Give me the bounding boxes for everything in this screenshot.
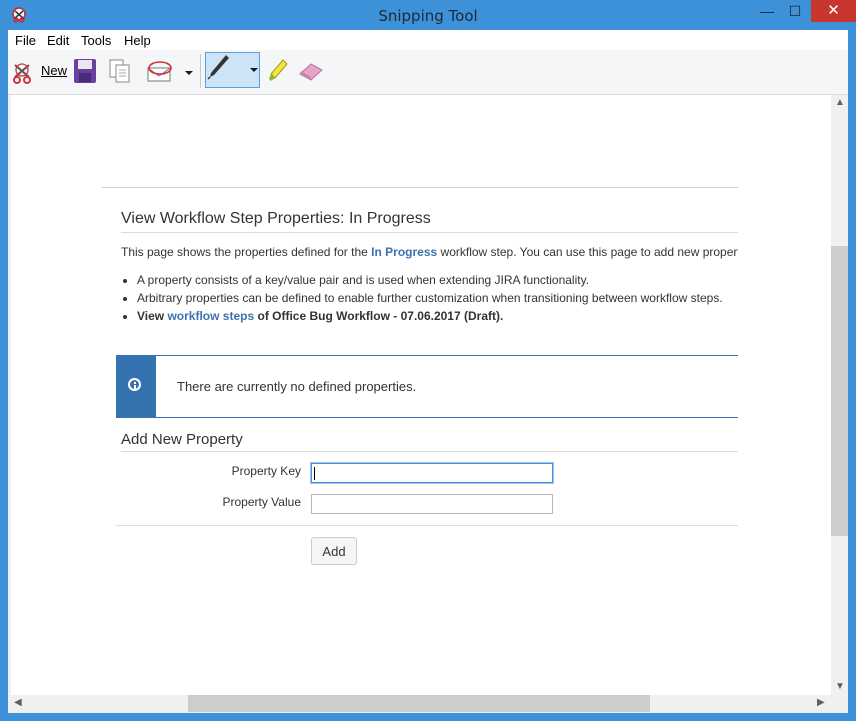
text-caret bbox=[314, 467, 315, 480]
scrollbar-corner bbox=[831, 695, 848, 712]
property-key-label: Property Key bbox=[231, 464, 301, 478]
property-value-input[interactable] bbox=[311, 494, 553, 514]
property-key-input[interactable] bbox=[311, 463, 553, 483]
title-divider bbox=[121, 232, 738, 233]
title-bar[interactable]: Snipping Tool — ☐ ✕ bbox=[0, 0, 856, 30]
save-button[interactable] bbox=[71, 50, 101, 94]
minimize-button[interactable]: — bbox=[753, 0, 781, 22]
scissors-icon bbox=[13, 63, 31, 84]
eraser-icon bbox=[299, 63, 323, 81]
scroll-down-icon[interactable]: ▼ bbox=[835, 681, 845, 692]
list-item: A property consists of a key/value pair … bbox=[121, 273, 738, 291]
property-value-label: Property Value bbox=[222, 495, 302, 509]
new-snip-button[interactable]: New bbox=[10, 50, 68, 94]
list-item: View workflow steps of Office Bug Workfl… bbox=[121, 309, 738, 327]
info-icon bbox=[128, 378, 141, 391]
bullet3-suffix: of Office Bug Workflow - 07.06.2017 (Dra… bbox=[254, 309, 504, 323]
send-snip-button[interactable] bbox=[144, 50, 194, 94]
list-item: Arbitrary properties can be defined to e… bbox=[121, 291, 738, 309]
desc-prefix: This page shows the properties defined f… bbox=[121, 245, 372, 259]
header-divider bbox=[102, 187, 738, 188]
horizontal-scrollbar[interactable]: ◀ ▶ bbox=[11, 695, 831, 712]
window-frame: Snipping Tool — ☐ ✕ File Edit Tools Help… bbox=[0, 0, 856, 721]
workflow-steps-link[interactable]: workflow steps bbox=[167, 309, 254, 323]
maximize-button[interactable]: ☐ bbox=[781, 0, 809, 22]
new-label: New bbox=[41, 63, 68, 78]
scroll-up-icon[interactable]: ▲ bbox=[835, 97, 845, 108]
pen-icon bbox=[207, 55, 229, 80]
vertical-scroll-thumb[interactable] bbox=[831, 246, 848, 536]
copy-button[interactable] bbox=[106, 50, 136, 94]
add-button[interactable]: Add bbox=[311, 537, 357, 565]
add-property-heading: Add New Property bbox=[121, 431, 243, 448]
menu-help[interactable]: Help bbox=[124, 33, 151, 48]
save-icon bbox=[74, 59, 96, 83]
page-description: This page shows the properties defined f… bbox=[121, 245, 738, 259]
info-message-text: There are currently no defined propertie… bbox=[177, 379, 417, 394]
page-title: View Workflow Step Properties: In Progre… bbox=[121, 210, 431, 227]
bullet3-prefix: View bbox=[137, 309, 168, 323]
info-stripe bbox=[116, 356, 156, 417]
vertical-scrollbar[interactable]: ▲ ▼ bbox=[831, 95, 848, 695]
horizontal-scroll-thumb[interactable] bbox=[188, 695, 650, 712]
close-button[interactable]: ✕ bbox=[811, 0, 856, 22]
scroll-right-icon[interactable]: ▶ bbox=[817, 697, 825, 708]
snip-canvas[interactable]: View Workflow Step Properties: In Progre… bbox=[11, 95, 831, 695]
info-list: A property consists of a key/value pair … bbox=[121, 273, 738, 327]
eraser-button[interactable] bbox=[296, 50, 326, 94]
highlighter-button[interactable] bbox=[264, 50, 292, 94]
toolbar-separator bbox=[200, 54, 201, 88]
copy-icon bbox=[109, 59, 130, 83]
pen-button[interactable] bbox=[205, 52, 260, 88]
scroll-left-icon[interactable]: ◀ bbox=[14, 697, 22, 708]
toolbar: New bbox=[8, 50, 848, 95]
menu-edit[interactable]: Edit bbox=[47, 33, 69, 48]
send-dropdown-arrow-icon[interactable] bbox=[185, 71, 193, 75]
envelope-icon bbox=[147, 61, 172, 82]
in-progress-link[interactable]: In Progress bbox=[371, 245, 437, 259]
menu-tools[interactable]: Tools bbox=[81, 33, 111, 48]
form-divider bbox=[116, 525, 738, 526]
window-title: Snipping Tool bbox=[378, 7, 478, 25]
highlighter-icon bbox=[269, 59, 288, 81]
desc-suffix: workflow step. You can use this page to … bbox=[440, 245, 738, 259]
menu-file[interactable]: File bbox=[15, 33, 36, 48]
menu-bar: File Edit Tools Help bbox=[8, 30, 848, 50]
pen-dropdown-arrow-icon[interactable] bbox=[250, 68, 258, 72]
client-area: File Edit Tools Help New View Workflow S… bbox=[8, 30, 848, 713]
section-divider bbox=[121, 451, 738, 452]
info-message: There are currently no defined propertie… bbox=[116, 355, 738, 418]
